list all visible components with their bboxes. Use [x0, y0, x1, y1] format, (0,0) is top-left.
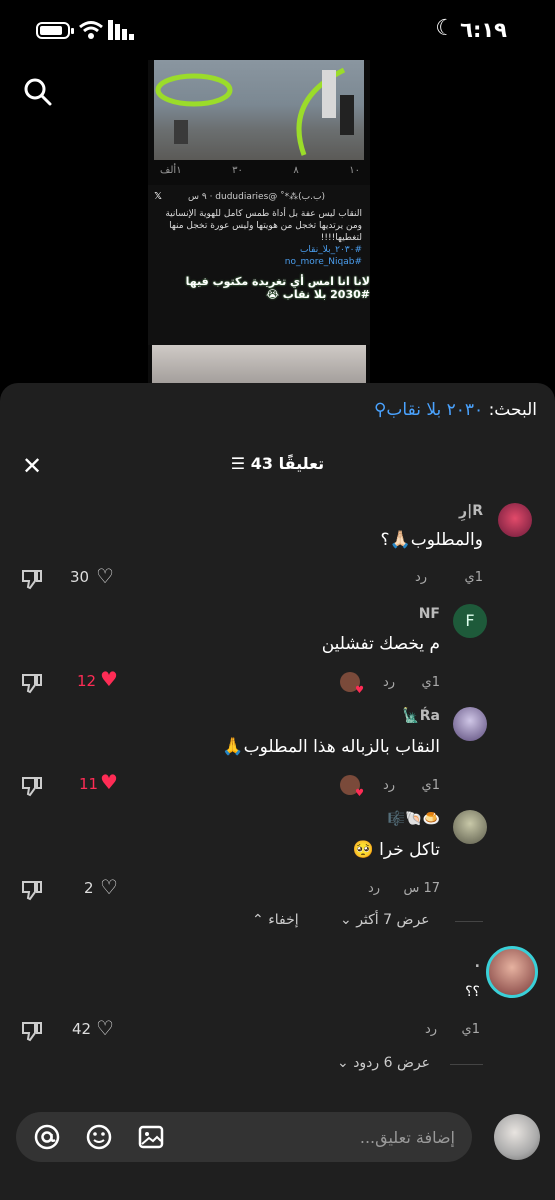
video-preview[interactable]: ١ألف ٣٠ ٨ ١٠ (ب.ب)⁂*˚ @dududiaries · ٩ س… — [148, 60, 370, 390]
reply-button[interactable]: رد — [425, 1022, 437, 1037]
comment-time: 1ي — [461, 1022, 480, 1037]
filter-icon: ☰ — [230, 454, 246, 473]
tweet-header: (ب.ب)⁂*˚ @dududiaries · ٩ س — [188, 192, 325, 202]
avatar[interactable] — [453, 707, 487, 741]
tweet-body: النقاب ليس عفة بل أداة طمس كامل للهوية ا… — [165, 209, 362, 243]
comment-time: 1ي — [421, 778, 440, 793]
search-icon[interactable] — [22, 76, 52, 106]
reply-button[interactable]: رد — [383, 778, 395, 793]
tweet-views: ١ألف — [160, 165, 182, 176]
comment-time: 1ي — [421, 675, 440, 690]
like-count: 30 — [70, 568, 90, 586]
tweet-actions: ١ألف ٣٠ ٨ ١٠ — [160, 165, 360, 176]
comments-count[interactable]: ☰ 43 تعليقًا — [0, 454, 555, 473]
search-query[interactable]: البحث: ٢٠٣٠ بلا نقاب⚲ — [374, 400, 537, 420]
moon-icon: ☾ — [435, 16, 455, 41]
like-count: 12 — [77, 672, 97, 690]
comment-username[interactable]: Ŕa🗽 — [402, 708, 440, 724]
dislike-icon[interactable] — [20, 775, 44, 797]
avatar[interactable]: F — [453, 604, 487, 638]
like-count: 2 — [84, 879, 94, 897]
comment-text: ؟؟ — [465, 984, 480, 1000]
comment-username[interactable]: R|رِ — [459, 503, 483, 519]
video-overlay-text: لانا انا امس أي تغريدة مكتوب فيها #2030 … — [185, 275, 370, 301]
dislike-icon[interactable] — [20, 879, 44, 901]
comment-text: تاكل خرا 🥺 — [352, 840, 440, 860]
tweet-retweets: ٨ — [293, 165, 299, 176]
tweet-replies: ١٠ — [349, 165, 360, 176]
reply-button[interactable]: رد — [415, 570, 427, 585]
comment-username[interactable]: . — [475, 955, 480, 971]
hide-replies[interactable]: إخفاء ⌃ — [252, 912, 299, 928]
status-bar: ☾ ٦:١٩ — [0, 0, 555, 60]
avatar-with-story[interactable] — [486, 946, 538, 998]
comment-text: النقاب بالزباله هذا المطلوب🙏 — [222, 737, 440, 757]
reply-button[interactable]: رد — [383, 675, 395, 690]
thread-divider — [450, 1064, 483, 1065]
search-small-icon: ⚲ — [373, 400, 387, 420]
thread-divider — [455, 921, 483, 922]
video-beach-image — [154, 60, 364, 160]
comment-placeholder: إضافة تعليق... — [359, 1128, 455, 1147]
chevron-down-icon: ⌄ — [340, 912, 352, 928]
tweet-tag-2: #no_more_Niqab — [284, 257, 362, 267]
avatar[interactable] — [498, 503, 532, 537]
like-count: 42 — [72, 1020, 92, 1038]
show-more-replies[interactable]: عرض 6 ردود ⌄ — [337, 1055, 430, 1071]
heart-icon[interactable]: ♡ — [100, 875, 118, 899]
comment-time: 1ي — [464, 570, 483, 585]
creator-liked-avatar — [340, 775, 364, 799]
reply-button[interactable]: رد — [368, 881, 380, 896]
wifi-icon — [79, 21, 103, 39]
show-more-replies[interactable]: عرض 7 أكثر ⌄ — [340, 912, 430, 928]
comment-username[interactable]: 🍮🐚🎼 — [388, 811, 440, 827]
search-label: البحث: — [488, 400, 537, 420]
dislike-icon[interactable] — [20, 672, 44, 694]
like-count: 11 — [79, 775, 99, 793]
comment-text: والمطلوب🙏🏻؟ — [380, 530, 484, 550]
at-icon[interactable] — [34, 1124, 60, 1150]
signal-icon — [108, 20, 134, 40]
creator-liked-avatar — [340, 672, 364, 696]
avatar[interactable] — [453, 810, 487, 844]
chevron-up-icon: ⌃ — [252, 912, 264, 928]
comment-username[interactable]: NF — [419, 606, 440, 622]
image-icon[interactable] — [138, 1124, 164, 1150]
search-query-text: ٢٠٣٠ بلا نقاب — [386, 400, 484, 420]
x-logo-icon: 𝕏 — [154, 191, 163, 202]
emoji-icon[interactable] — [86, 1124, 112, 1150]
tweet-likes: ٣٠ — [232, 165, 243, 176]
tweet-tag-1: #٢٠٣٠_بلا_نقاب — [299, 245, 362, 255]
chevron-down-icon: ⌄ — [337, 1055, 349, 1071]
tweet-text: النقاب ليس عفة بل أداة طمس كامل للهوية ا… — [152, 208, 362, 268]
heart-icon[interactable]: ♥ — [100, 667, 118, 691]
battery-icon — [36, 22, 74, 39]
status-time: ٦:١٩ — [460, 18, 507, 42]
dislike-icon[interactable] — [20, 568, 44, 590]
heart-icon[interactable]: ♡ — [96, 564, 114, 588]
comment-time: 17 س — [403, 881, 440, 896]
comment-text: م يخصك تفشلين — [321, 634, 440, 654]
heart-icon[interactable]: ♥ — [100, 770, 118, 794]
dislike-icon[interactable] — [20, 1020, 44, 1042]
user-avatar[interactable] — [494, 1114, 540, 1160]
heart-icon[interactable]: ♡ — [96, 1016, 114, 1040]
